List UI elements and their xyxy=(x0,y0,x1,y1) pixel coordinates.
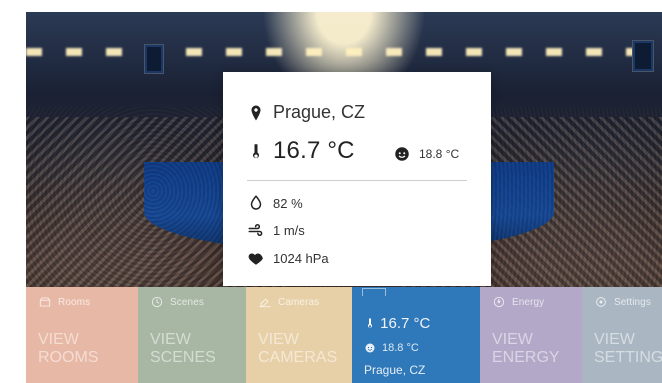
weather-pressure: 1024 hPa xyxy=(273,250,329,266)
weather-card: Prague, CZ 16.7 °C 18.8 °C 82 % 1 m/s 10… xyxy=(223,72,491,286)
tile-cameras-cta-line1: VIEW xyxy=(258,331,299,348)
rooms-icon xyxy=(38,295,52,309)
tile-energy-cta-line2: ENERGY xyxy=(492,349,560,366)
tile-scenes-label: Scenes xyxy=(170,296,204,308)
tile-weather-summary: 16.7 °C 18.8 °C Prague, CZ xyxy=(364,315,430,379)
weather-temperature-row: 16.7 °C xyxy=(247,137,355,165)
heart-icon xyxy=(247,249,265,267)
tile-rooms[interactable]: Rooms VIEW ROOMS xyxy=(26,287,138,383)
map-pin-icon xyxy=(247,104,265,122)
tile-rooms-header: Rooms xyxy=(38,295,90,309)
weather-feels-like: 18.8 °C xyxy=(419,147,460,161)
weather-wind: 1 m/s xyxy=(273,222,305,238)
tile-settings-cta-line2: SETTINGS xyxy=(594,349,662,366)
tile-weather-location: Prague, CZ xyxy=(364,363,426,377)
tile-weather[interactable]: 16.7 °C 18.8 °C Prague, CZ xyxy=(352,287,480,383)
tile-settings-cta: VIEW SETTINGS xyxy=(594,331,662,367)
tile-rooms-label: Rooms xyxy=(58,296,91,308)
weather-location-row: Prague, CZ xyxy=(247,102,365,123)
weather-divider xyxy=(247,180,467,181)
weather-feels-like-row: 18.8 °C xyxy=(393,145,459,163)
weather-wind-row: 1 m/s xyxy=(247,221,305,239)
tile-weather-temp: 16.7 °C xyxy=(380,315,431,332)
tile-cameras-label: Cameras xyxy=(278,296,320,308)
tile-scenes-cta: VIEW SCENES xyxy=(150,331,216,367)
tile-settings-label: Settings xyxy=(614,296,651,308)
tile-weather-feels-row: 18.8 °C xyxy=(364,339,430,357)
tile-energy[interactable]: Energy VIEW ENERGY xyxy=(480,287,582,383)
weather-temperature: 16.7 °C xyxy=(273,137,355,164)
weather-pressure-row: 1024 hPa xyxy=(247,249,329,267)
tile-settings-cta-line1: VIEW xyxy=(594,331,635,348)
tile-scenes[interactable]: Scenes VIEW SCENES xyxy=(138,287,246,383)
tile-scenes-cta-line1: VIEW xyxy=(150,331,191,348)
tile-settings-header: Settings xyxy=(594,295,651,309)
tile-scenes-cta-line2: SCENES xyxy=(150,349,216,366)
weather-humidity-row: 82 % xyxy=(247,194,303,212)
tile-cameras-cta: VIEW CAMERAS xyxy=(258,331,337,367)
tile-scenes-header: Scenes xyxy=(150,295,204,309)
water-drop-icon xyxy=(247,194,265,212)
tile-energy-header: Energy xyxy=(492,295,544,309)
tile-weather-thermometer-icon xyxy=(364,315,380,332)
tile-settings[interactable]: Settings VIEW SETTINGS xyxy=(582,287,662,383)
wind-icon xyxy=(247,221,265,239)
face-icon xyxy=(393,145,411,163)
tile-energy-label: Energy xyxy=(512,296,545,308)
tile-rooms-cta-line1: VIEW xyxy=(38,331,79,348)
tile-rooms-cta-line2: ROOMS xyxy=(38,349,99,366)
scenes-icon xyxy=(150,295,164,309)
bottom-tiles: Rooms VIEW ROOMS Scenes VIEW SCENES Came… xyxy=(26,287,662,383)
tile-cameras[interactable]: Cameras VIEW CAMERAS xyxy=(246,287,352,383)
weather-humidity: 82 % xyxy=(273,195,303,211)
tile-energy-cta-line1: VIEW xyxy=(492,331,533,348)
tile-weather-face-icon xyxy=(364,342,376,354)
arena-screen-right xyxy=(632,40,654,72)
tile-energy-cta: VIEW ENERGY xyxy=(492,331,560,367)
tile-weather-temp-row: 16.7 °C xyxy=(364,315,430,333)
tile-cameras-cta-line2: CAMERAS xyxy=(258,349,338,366)
tile-rooms-cta: VIEW ROOMS xyxy=(38,331,98,367)
camera-icon xyxy=(258,295,272,309)
tile-cameras-header: Cameras xyxy=(258,295,319,309)
weather-location: Prague, CZ xyxy=(273,102,366,122)
energy-icon xyxy=(492,295,506,309)
thermometer-icon xyxy=(247,142,265,160)
tile-weather-header-frame xyxy=(362,288,386,296)
arena-screen-left xyxy=(144,44,164,74)
tile-weather-feels: 18.8 °C xyxy=(382,342,419,354)
settings-icon xyxy=(594,295,608,309)
